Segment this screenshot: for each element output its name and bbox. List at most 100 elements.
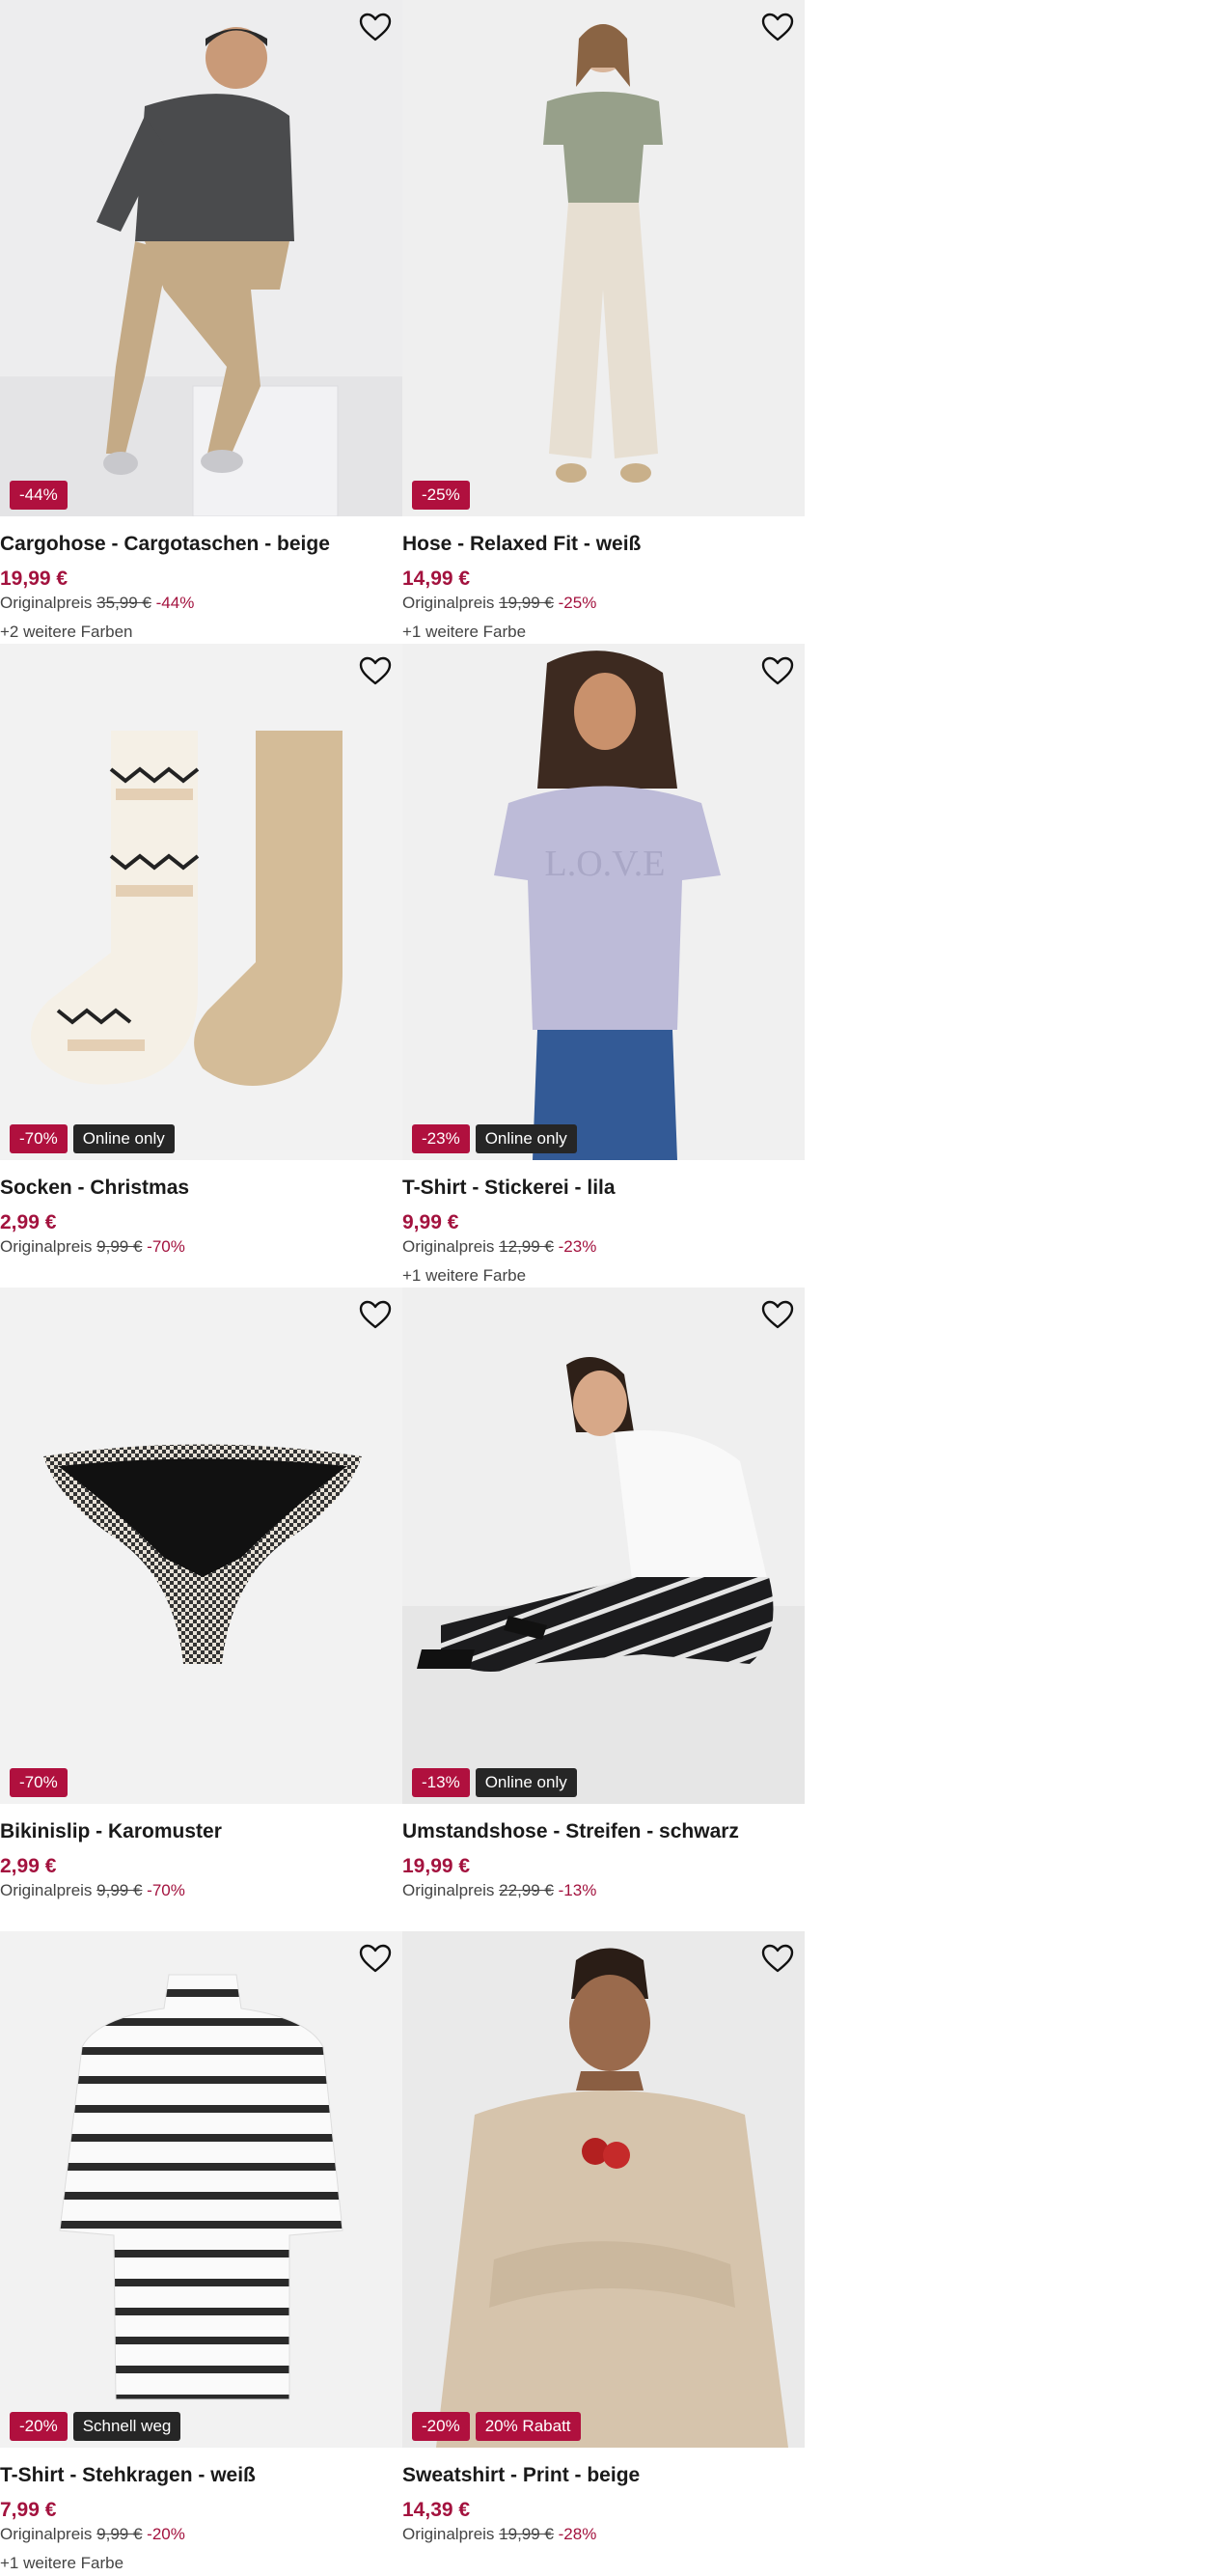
- product-photo-woman-lilac-tshirt: L.O.V.E: [402, 644, 805, 1160]
- heart-outline-icon: [359, 1300, 392, 1329]
- badge-row: -13% Online only: [412, 1768, 577, 1797]
- product-photo-woman-striped-pants: [402, 1288, 805, 1804]
- product-image[interactable]: [0, 1931, 402, 2448]
- sale-price: 19,99 €: [402, 1855, 471, 1877]
- discount-percent: -20%: [147, 2525, 185, 2543]
- original-price: 9,99 €: [96, 2525, 143, 2543]
- sale-price: 2,99 €: [0, 1211, 57, 1233]
- favorite-button[interactable]: [760, 10, 795, 44]
- original-price-label: Originalpreis: [402, 1881, 495, 1899]
- favorite-button[interactable]: [358, 1297, 393, 1332]
- product-name[interactable]: T-Shirt - Stickerei - lila: [402, 1177, 616, 1200]
- badge-row: -23% Online only: [412, 1124, 577, 1153]
- product-image[interactable]: [0, 0, 402, 516]
- svg-text:L.O.V.E: L.O.V.E: [545, 844, 666, 884]
- product-name[interactable]: Umstandshose - Streifen - schwarz: [402, 1820, 739, 1843]
- original-price: 9,99 €: [96, 1881, 143, 1899]
- original-price-line: Originalpreis 19,99 € -28%: [402, 2525, 596, 2544]
- product-photo-man-sweatshirt: [402, 1931, 805, 2448]
- badge-row: -44%: [10, 481, 68, 510]
- product-name[interactable]: Hose - Relaxed Fit - weiß: [402, 533, 641, 556]
- product-photo-woman-relaxed-trousers: [402, 0, 805, 516]
- favorite-button[interactable]: [760, 653, 795, 688]
- product-image[interactable]: [402, 0, 805, 516]
- online-only-badge: Online only: [475, 1768, 577, 1797]
- heart-outline-icon: [359, 1944, 392, 1973]
- product-card[interactable]: -13% Online only Umstandshose - Streifen…: [402, 1288, 805, 1931]
- product-image[interactable]: L.O.V.E: [402, 644, 805, 1160]
- badge-row: -25%: [412, 481, 470, 510]
- discount-badge: -25%: [412, 481, 470, 510]
- product-name[interactable]: Socken - Christmas: [0, 1177, 189, 1200]
- product-image[interactable]: [0, 1288, 402, 1804]
- original-price-label: Originalpreis: [0, 594, 93, 612]
- product-image[interactable]: [402, 1931, 805, 2448]
- product-photo-striped-tshirt: [0, 1931, 402, 2448]
- discount-badge: -70%: [10, 1768, 68, 1797]
- original-price: 9,99 €: [96, 1237, 143, 1256]
- discount-percent: -25%: [558, 594, 597, 612]
- original-price-label: Originalpreis: [402, 2525, 495, 2543]
- original-price-line: Originalpreis 9,99 € -20%: [0, 2525, 185, 2544]
- product-image[interactable]: [402, 1288, 805, 1804]
- product-card[interactable]: -70% Bikinislip - Karomuster 2,99 € Orig…: [0, 1288, 402, 1931]
- original-price-label: Originalpreis: [0, 2525, 93, 2543]
- product-card[interactable]: -20% Schnell weg T-Shirt - Stehkragen - …: [0, 1931, 402, 2575]
- favorite-button[interactable]: [358, 10, 393, 44]
- original-price: 12,99 €: [499, 1237, 554, 1256]
- sale-price: 14,39 €: [402, 2499, 471, 2521]
- product-name[interactable]: Bikinislip - Karomuster: [0, 1820, 222, 1843]
- original-price-line: Originalpreis 9,99 € -70%: [0, 1237, 185, 1257]
- discount-percent: -23%: [558, 1237, 597, 1256]
- original-price-label: Originalpreis: [402, 594, 495, 612]
- more-colors-link[interactable]: +1 weitere Farbe: [402, 623, 526, 642]
- product-card[interactable]: -20% 20% Rabatt Sweatshirt - Print - bei…: [402, 1931, 805, 2575]
- product-name[interactable]: Sweatshirt - Print - beige: [402, 2464, 640, 2487]
- product-grid: -44% Cargohose - Cargotaschen - beige 19…: [0, 0, 805, 2575]
- heart-outline-icon: [359, 656, 392, 685]
- favorite-button[interactable]: [760, 1941, 795, 1976]
- original-price: 22,99 €: [499, 1881, 554, 1899]
- favorite-button[interactable]: [358, 653, 393, 688]
- discount-percent: -44%: [155, 594, 195, 612]
- product-name[interactable]: T-Shirt - Stehkragen - weiß: [0, 2464, 256, 2487]
- discount-badge: -20%: [10, 2412, 68, 2441]
- favorite-button[interactable]: [760, 1297, 795, 1332]
- online-only-badge: Online only: [475, 1124, 577, 1153]
- fast-selling-badge: Schnell weg: [72, 2412, 181, 2441]
- original-price-line: Originalpreis 9,99 € -70%: [0, 1881, 185, 1900]
- product-name[interactable]: Cargohose - Cargotaschen - beige: [0, 533, 330, 556]
- original-price-line: Originalpreis 22,99 € -13%: [402, 1881, 596, 1900]
- discount-badge: -70%: [10, 1124, 68, 1153]
- heart-outline-icon: [761, 656, 794, 685]
- product-photo-bikini-brief: [0, 1288, 402, 1804]
- product-card[interactable]: L.O.V.E -23% Online only T-Shirt - Stick…: [402, 644, 805, 1288]
- discount-percent: -70%: [147, 1237, 185, 1256]
- product-image[interactable]: [0, 644, 402, 1160]
- more-colors-link[interactable]: +1 weitere Farbe: [0, 2554, 123, 2573]
- discount-badge: -44%: [10, 481, 68, 510]
- original-price: 19,99 €: [499, 2525, 554, 2543]
- original-price-label: Originalpreis: [0, 1237, 93, 1256]
- product-card[interactable]: -25% Hose - Relaxed Fit - weiß 14,99 € O…: [402, 0, 805, 644]
- more-colors-link[interactable]: +2 weitere Farben: [0, 623, 133, 642]
- more-colors-link[interactable]: +1 weitere Farbe: [402, 1266, 526, 1286]
- badge-row: -20% 20% Rabatt: [412, 2412, 581, 2441]
- discount-percent: -28%: [558, 2525, 597, 2543]
- original-price-label: Originalpreis: [402, 1237, 495, 1256]
- heart-outline-icon: [761, 13, 794, 42]
- discount-percent: -13%: [558, 1881, 597, 1899]
- product-card[interactable]: -70% Online only Socken - Christmas 2,99…: [0, 644, 402, 1288]
- product-photo-man-cargo-pants: [0, 0, 402, 516]
- product-card[interactable]: -44% Cargohose - Cargotaschen - beige 19…: [0, 0, 402, 644]
- favorite-button[interactable]: [358, 1941, 393, 1976]
- online-only-badge: Online only: [72, 1124, 175, 1153]
- sale-price: 2,99 €: [0, 1855, 57, 1877]
- original-price-line: Originalpreis 19,99 € -25%: [402, 594, 596, 613]
- discount-badge: -23%: [412, 1124, 470, 1153]
- badge-row: -20% Schnell weg: [10, 2412, 181, 2441]
- heart-outline-icon: [761, 1300, 794, 1329]
- sale-price: 9,99 €: [402, 1211, 459, 1233]
- badge-row: -70%: [10, 1768, 68, 1797]
- discount-percent: -70%: [147, 1881, 185, 1899]
